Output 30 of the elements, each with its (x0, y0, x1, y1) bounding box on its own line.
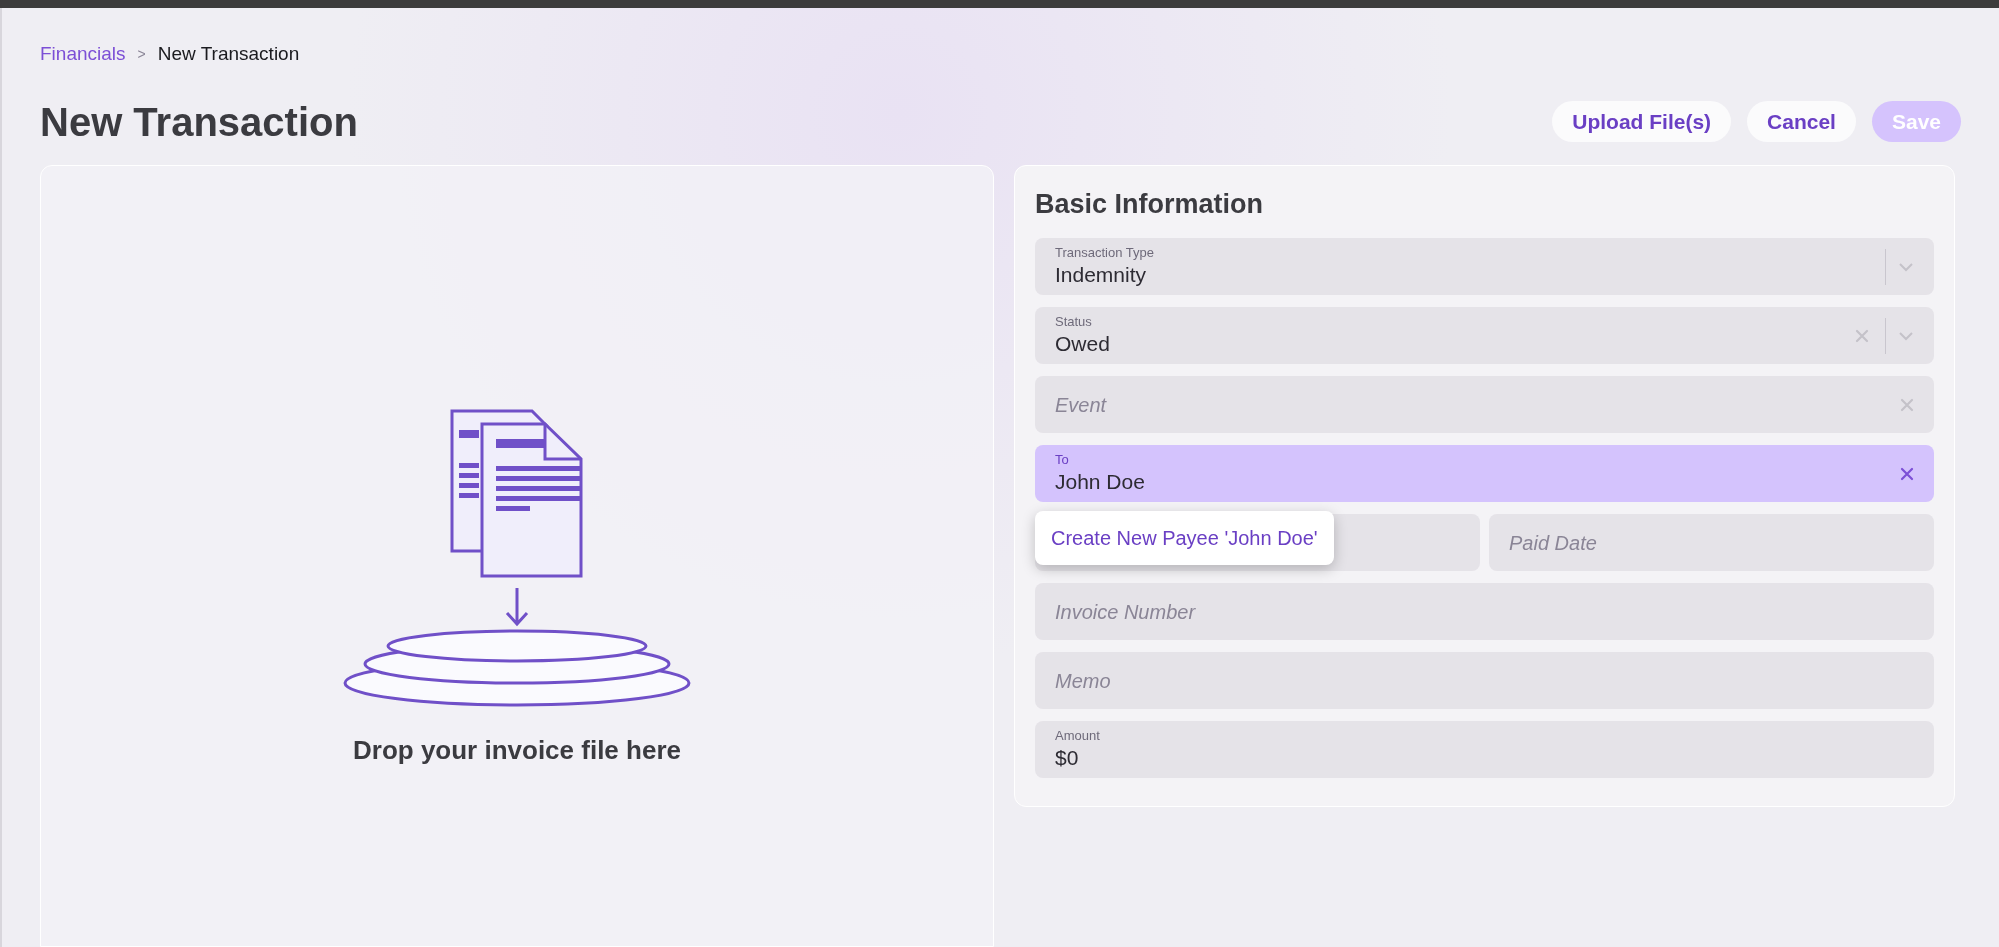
chevron-down-icon[interactable] (1898, 330, 1914, 341)
field-label: Transaction Type (1055, 244, 1155, 261)
clear-icon[interactable] (1855, 328, 1869, 343)
field-value: Indemnity (1055, 261, 1148, 288)
clear-icon[interactable] (1900, 397, 1914, 412)
section-title: Basic Information (1035, 187, 1265, 221)
suggestion-menu[interactable]: Create New Payee 'John Doe' (1035, 511, 1334, 565)
dropzone-panel[interactable]: Drop your invoice file here (40, 164, 994, 947)
field-value: $0 (1055, 744, 1080, 771)
field-value: Owed (1055, 330, 1111, 357)
select-field[interactable]: Transaction Type Indemnity (1035, 238, 1934, 295)
chevron-down-icon[interactable] (1898, 261, 1914, 272)
input-field[interactable]: Amount $0 (1035, 721, 1934, 778)
field-placeholder: Event (1055, 392, 1108, 418)
breadcrumb-link[interactable]: Financials (40, 40, 126, 69)
field-label: Status (1055, 313, 1093, 330)
breadcrumb-current: New Transaction (157, 42, 300, 66)
select-field[interactable]: Status Owed (1035, 307, 1934, 364)
field-label: To (1055, 451, 1070, 468)
dropzone-text: Drop your invoice file here (353, 733, 681, 767)
field-label: Amount (1055, 727, 1101, 744)
action-button[interactable]: Cancel (1747, 101, 1856, 142)
page-title: New Transaction (40, 98, 358, 146)
field-placeholder: Paid Date (1509, 530, 1598, 556)
field-value: John Doe (1055, 468, 1146, 495)
field-placeholder: Invoice Number (1055, 599, 1197, 625)
breadcrumb-separator: > (137, 44, 146, 64)
field-placeholder: Memo (1055, 668, 1112, 694)
clear-icon[interactable] (1900, 466, 1914, 481)
action-button[interactable]: Upload File(s) (1552, 101, 1732, 142)
